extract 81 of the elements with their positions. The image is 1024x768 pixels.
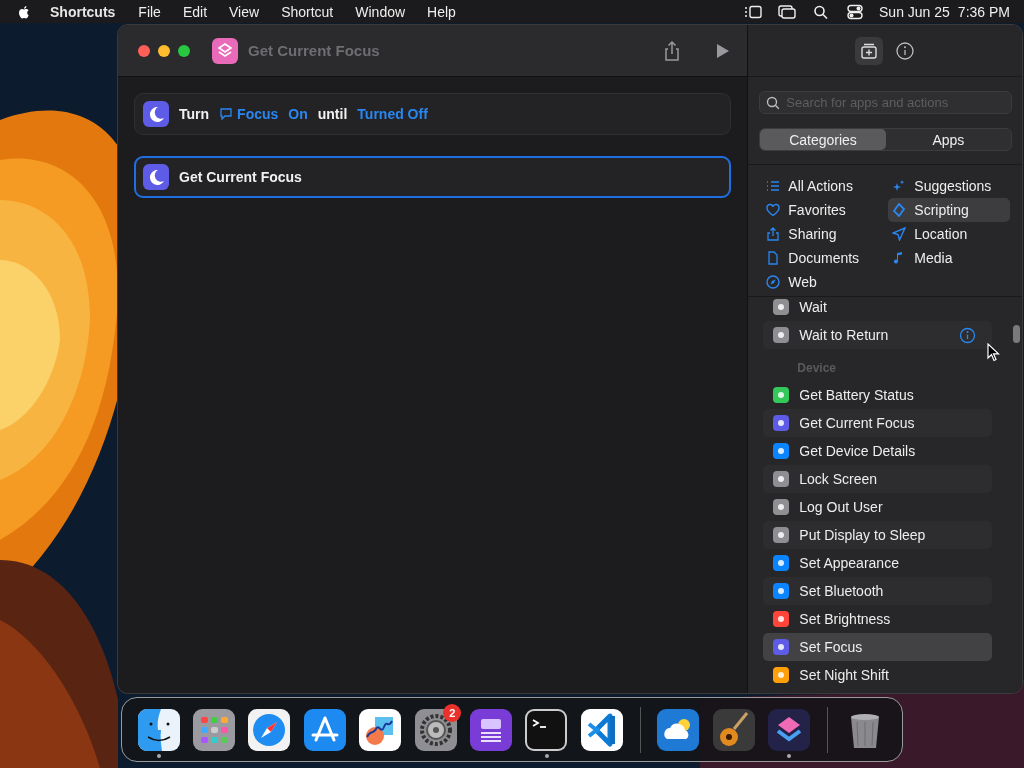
- list-icon[interactable]: [743, 3, 763, 20]
- app-menu[interactable]: Shortcuts: [34, 3, 128, 20]
- guitar-icon[interactable]: [712, 708, 755, 751]
- category-item[interactable]: Location: [888, 222, 1011, 246]
- menu-item[interactable]: View: [218, 3, 271, 20]
- category-item[interactable]: Suggestions: [888, 174, 1011, 198]
- windows-icon[interactable]: [777, 3, 797, 20]
- layers-icon: [212, 37, 238, 64]
- running-indicator: [157, 753, 161, 758]
- action-item[interactable]: Get Current Focus: [763, 409, 992, 437]
- stack-icon[interactable]: [470, 708, 513, 751]
- app-grid-icon[interactable]: [193, 708, 236, 751]
- menu-item[interactable]: Edit: [171, 3, 219, 20]
- zoom-button[interactable]: [178, 44, 190, 57]
- add-action-button[interactable]: [855, 36, 884, 65]
- terminal-icon[interactable]: [525, 708, 568, 751]
- menu-item[interactable]: File: [127, 3, 172, 20]
- action-item[interactable]: Wait: [763, 297, 992, 321]
- scrollbar-thumb[interactable]: [1013, 325, 1020, 343]
- segment-tab[interactable]: Apps: [885, 129, 1011, 150]
- scribble-icon[interactable]: [359, 708, 402, 751]
- action-item[interactable]: Set Night Shift: [763, 661, 992, 689]
- menu-item[interactable]: Help: [416, 3, 467, 20]
- gear-icon[interactable]: [414, 708, 457, 751]
- running-indicator: [544, 753, 549, 758]
- menu-item[interactable]: Shortcut: [270, 3, 345, 20]
- finder-icon[interactable]: [137, 708, 180, 751]
- info-icon[interactable]: [959, 326, 976, 344]
- category-item[interactable]: Favorites: [762, 198, 889, 222]
- action-item[interactable]: Log Out User: [763, 493, 992, 521]
- location-arrow-icon: [892, 227, 907, 241]
- search-icon: [766, 95, 781, 110]
- diamond-icon: [892, 203, 907, 217]
- running-indicator: [787, 753, 792, 758]
- window-title: Get Current Focus: [248, 42, 380, 59]
- share-icon: [766, 227, 781, 241]
- list-icon: [766, 179, 781, 193]
- action-text: until: [317, 106, 348, 122]
- compass-icon[interactable]: [248, 708, 291, 751]
- action-text: Turn: [179, 106, 210, 122]
- layers-icon[interactable]: [767, 708, 810, 751]
- action-item[interactable]: Get Battery Status: [763, 381, 992, 409]
- code-editor-icon[interactable]: [580, 708, 623, 751]
- action-item[interactable]: Put Display to Sleep: [763, 521, 992, 549]
- weather-icon[interactable]: [657, 708, 700, 751]
- action-item[interactable]: Lock Screen: [763, 465, 992, 493]
- action-card[interactable]: Turn Focus On until Turned Off: [134, 93, 732, 135]
- menu-item[interactable]: Window: [344, 3, 417, 20]
- action-item[interactable]: Set Brightness: [763, 605, 992, 633]
- action-item[interactable]: Set Appearance: [763, 549, 992, 577]
- category-item[interactable]: Documents: [762, 246, 889, 270]
- heart-icon: [766, 203, 781, 217]
- category-item[interactable]: Web: [762, 270, 889, 294]
- action-item[interactable]: Wait to Return: [763, 321, 992, 349]
- parameter-token[interactable]: Turned Off: [357, 106, 428, 122]
- app-store-icon[interactable]: [303, 708, 346, 751]
- close-button[interactable]: [138, 44, 150, 57]
- info-icon[interactable]: [895, 40, 916, 61]
- moon-icon: [143, 164, 169, 190]
- category-item[interactable]: Media: [888, 246, 1011, 270]
- action-text: Get Current Focus: [179, 169, 302, 185]
- toggles-icon[interactable]: [845, 3, 865, 20]
- parameter-token[interactable]: On: [288, 106, 308, 122]
- menu-bar-time[interactable]: 7:36 PM: [957, 3, 1010, 20]
- menu-bar-date[interactable]: Sun Jun 25: [879, 3, 950, 20]
- segment-tab[interactable]: Categories: [760, 129, 886, 150]
- document-icon: [766, 251, 781, 265]
- chat-bubble-icon: [219, 107, 234, 121]
- moon-icon: [143, 101, 169, 127]
- pointer-icon: [987, 343, 1000, 362]
- action-item[interactable]: Set Bluetooth: [763, 577, 992, 605]
- minimize-button[interactable]: [158, 44, 170, 57]
- notification-badge: 2: [443, 703, 462, 722]
- action-card[interactable]: Get Current Focus: [134, 156, 732, 198]
- category-item[interactable]: Scripting: [888, 198, 1011, 222]
- action-item[interactable]: Get Device Details: [763, 437, 992, 465]
- action-item[interactable]: Set Focus: [763, 633, 992, 661]
- category-item[interactable]: Sharing: [762, 222, 889, 246]
- compass-icon: [766, 275, 781, 289]
- category-item[interactable]: All Actions: [762, 174, 889, 198]
- parameter-token[interactable]: Focus: [219, 106, 279, 122]
